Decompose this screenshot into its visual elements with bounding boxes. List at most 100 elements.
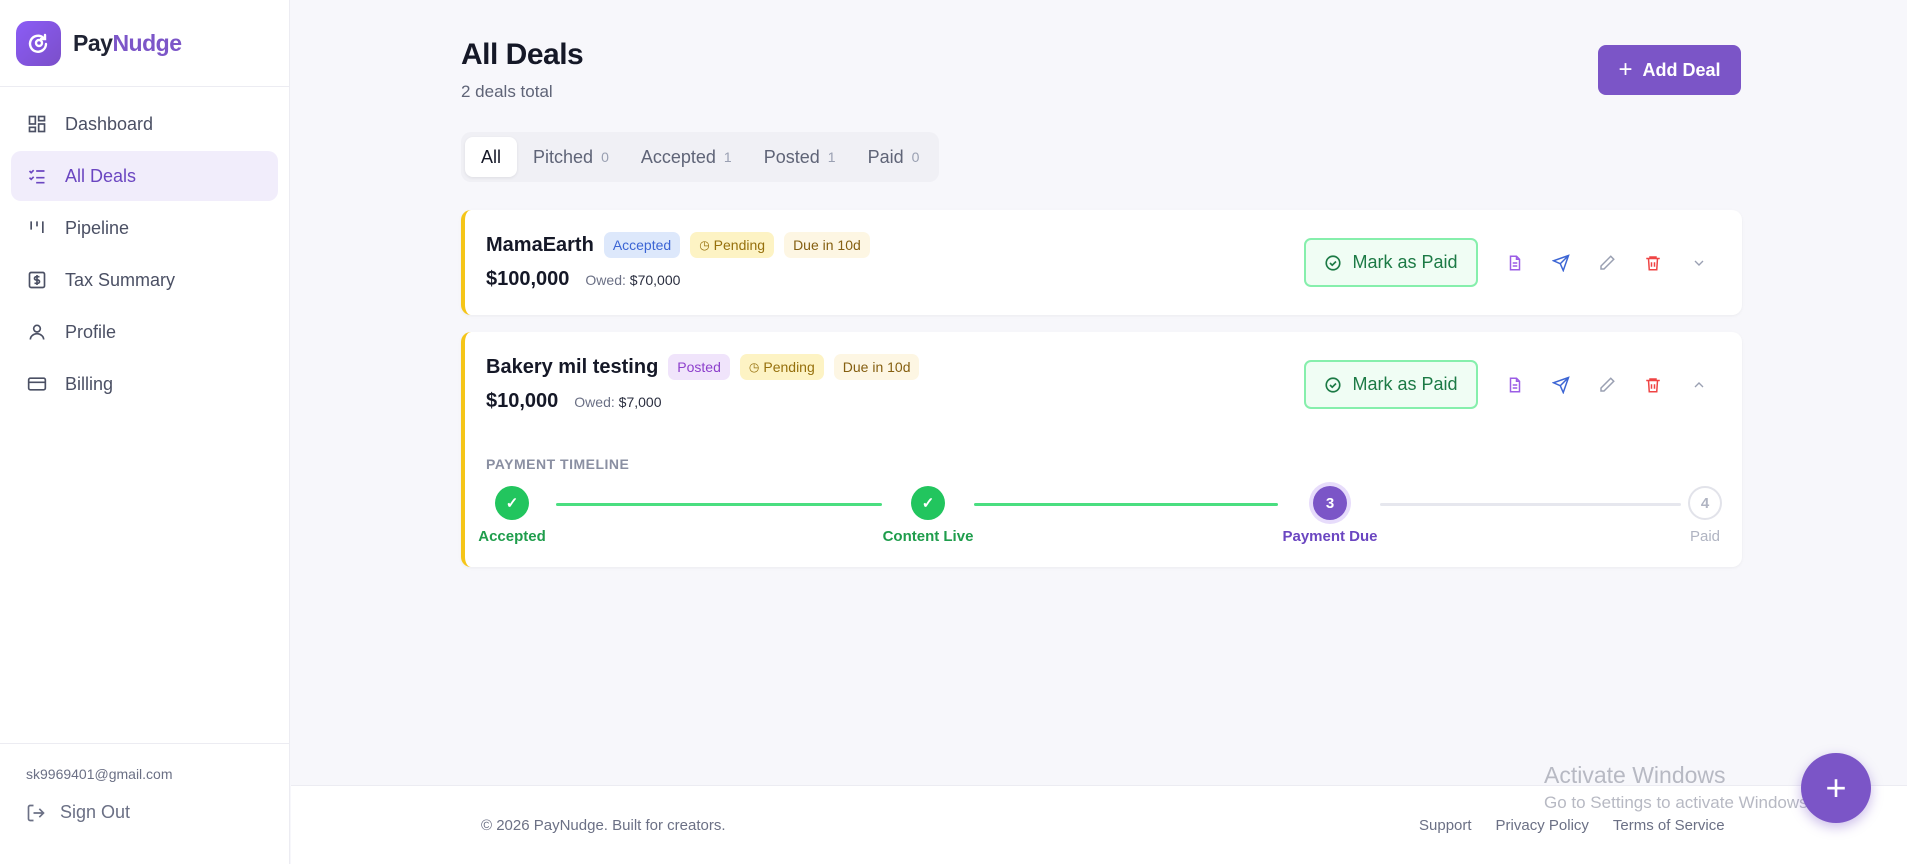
tab-count: 1 [827, 149, 836, 165]
document-icon [1509, 255, 1521, 270]
sidebar-item-label: Dashboard [65, 113, 154, 134]
tab-accepted[interactable]: Accepted 1 [625, 137, 748, 177]
collapse-button[interactable] [1676, 360, 1722, 409]
trash-icon [1646, 377, 1660, 392]
timeline-marker: 4 [1688, 486, 1722, 520]
edit-button[interactable] [1584, 360, 1630, 409]
plus-icon: + [1825, 767, 1847, 808]
receipt-icon [28, 271, 46, 289]
footer-link-privacy[interactable]: Privacy Policy [1496, 817, 1589, 834]
invoice-button[interactable] [1492, 360, 1538, 409]
tab-count: 0 [601, 149, 609, 165]
credit-card-icon [27, 377, 47, 391]
send-icon [1552, 253, 1570, 272]
check-circle-icon [1325, 254, 1342, 271]
sidebar-item-profile[interactable]: Profile [11, 307, 278, 357]
user-email: sk9969401@gmail.com [26, 766, 173, 782]
payment-badge: ◷ Pending [690, 232, 775, 258]
sidebar-item-pipeline[interactable]: Pipeline [11, 203, 278, 253]
timeline-step-accepted: ✓ Accepted [452, 486, 572, 545]
logout-icon [27, 804, 45, 821]
page-title: All Deals [461, 38, 584, 71]
brand[interactable]: PayNudge [0, 0, 289, 87]
owed-amount: Owed: $7,000 [574, 394, 662, 410]
deal-card[interactable]: MamaEarth Accepted ◷ Pending Due in 10d $… [461, 210, 1742, 315]
sign-out-button[interactable]: Sign Out [26, 802, 264, 823]
timeline-step-label: Accepted [478, 528, 546, 545]
document-icon [1509, 377, 1521, 392]
status-badge: Accepted [603, 232, 681, 258]
delete-button[interactable] [1630, 238, 1676, 287]
send-reminder-button[interactable] [1538, 360, 1584, 409]
sign-out-label: Sign Out [60, 802, 131, 822]
sidebar-item-all-deals[interactable]: All Deals [11, 151, 278, 201]
sidebar-item-billing[interactable]: Billing [11, 359, 278, 409]
sidebar-item-label: Pipeline [65, 217, 130, 238]
footer-link-terms[interactable]: Terms of Service [1613, 817, 1725, 834]
add-deal-button[interactable]: + Add Deal [1598, 45, 1741, 95]
sidebar-nav: Dashboard All Deals Pipeline Tax Summary… [0, 87, 289, 423]
list-check-icon [28, 169, 45, 184]
sidebar-item-label: Profile [65, 321, 117, 342]
deal-card[interactable]: Bakery mil testing Posted ◷ Pending Due i… [461, 332, 1742, 567]
paynudge-logo-icon [16, 20, 61, 66]
deal-name: Bakery mil testing [486, 355, 659, 378]
check-circle-icon [1325, 376, 1342, 393]
timeline-marker: ✓ [911, 486, 945, 520]
sidebar-footer: sk9969401@gmail.com Sign Out [0, 743, 290, 864]
copyright: © 2026 PayNudge. Built for creators. [481, 817, 726, 834]
send-reminder-button[interactable] [1538, 238, 1584, 287]
deal-amounts: $100,000 Owed: $70,000 [486, 268, 680, 291]
send-icon [1552, 375, 1570, 394]
tab-count: 0 [911, 149, 920, 165]
trash-icon [1646, 255, 1660, 270]
pencil-icon [1600, 376, 1615, 392]
delete-button[interactable] [1630, 360, 1676, 409]
main-content: All Deals 2 deals total + Add Deal All P… [291, 0, 1907, 785]
clock-icon: ◷ [699, 238, 710, 252]
status-badge: Posted [668, 354, 730, 380]
payment-badge: ◷ Pending [739, 354, 824, 380]
sidebar-item-dashboard[interactable]: Dashboard [11, 99, 278, 149]
timeline-step-paid: 4 Paid [1645, 486, 1765, 545]
due-badge: Due in 10d [784, 232, 870, 258]
deal-name: MamaEarth [486, 233, 594, 256]
chevron-down-icon [1694, 260, 1704, 266]
tab-count: 1 [723, 149, 732, 165]
tab-posted[interactable]: Posted 1 [748, 137, 852, 177]
timeline-marker: ✓ [495, 486, 529, 520]
edit-button[interactable] [1584, 238, 1630, 287]
mark-as-paid-button[interactable]: Mark as Paid [1304, 238, 1478, 287]
sidebar: PayNudge Dashboard All Deals Pipeline Ta… [0, 0, 290, 864]
windows-activation-watermark: Activate Windows Go to Settings to activ… [1544, 762, 1813, 812]
deal-header: Bakery mil testing Posted ◷ Pending Due i… [486, 354, 929, 380]
timeline-step-content-live: ✓ Content Live [868, 486, 988, 545]
expand-button[interactable] [1676, 238, 1722, 287]
deal-header: MamaEarth Accepted ◷ Pending Due in 10d [486, 232, 880, 258]
pencil-icon [1600, 254, 1615, 270]
tab-pitched[interactable]: Pitched 0 [517, 137, 625, 177]
floating-add-button[interactable]: + [1801, 753, 1871, 823]
timeline-marker: 3 [1313, 486, 1347, 520]
add-deal-label: Add Deal [1642, 59, 1721, 80]
deal-actions: Mark as Paid [1304, 360, 1722, 409]
sidebar-item-label: All Deals [65, 165, 137, 186]
timeline-connector [1380, 503, 1681, 506]
tab-paid[interactable]: Paid 0 [852, 137, 936, 177]
user-icon [29, 324, 45, 340]
timeline-connector [556, 503, 882, 506]
deal-amount: $10,000 [486, 390, 559, 412]
deal-actions: Mark as Paid [1304, 238, 1722, 287]
footer-link-support[interactable]: Support [1419, 817, 1472, 834]
due-badge: Due in 10d [833, 354, 920, 380]
timeline-step-label: Paid [1689, 528, 1721, 545]
status-tabs: All Pitched 0 Accepted 1 Posted 1 Paid 0 [461, 132, 940, 182]
invoice-button[interactable] [1492, 238, 1538, 287]
sidebar-item-tax-summary[interactable]: Tax Summary [11, 255, 278, 305]
brand-name: PayNudge [73, 29, 182, 56]
clock-icon: ◷ [748, 360, 760, 374]
mark-as-paid-button[interactable]: Mark as Paid [1304, 360, 1478, 409]
timeline-step-label: Content Live [882, 528, 974, 545]
tab-all[interactable]: All [465, 137, 518, 177]
timeline-step-payment-due: 3 Payment Due [1270, 486, 1390, 545]
